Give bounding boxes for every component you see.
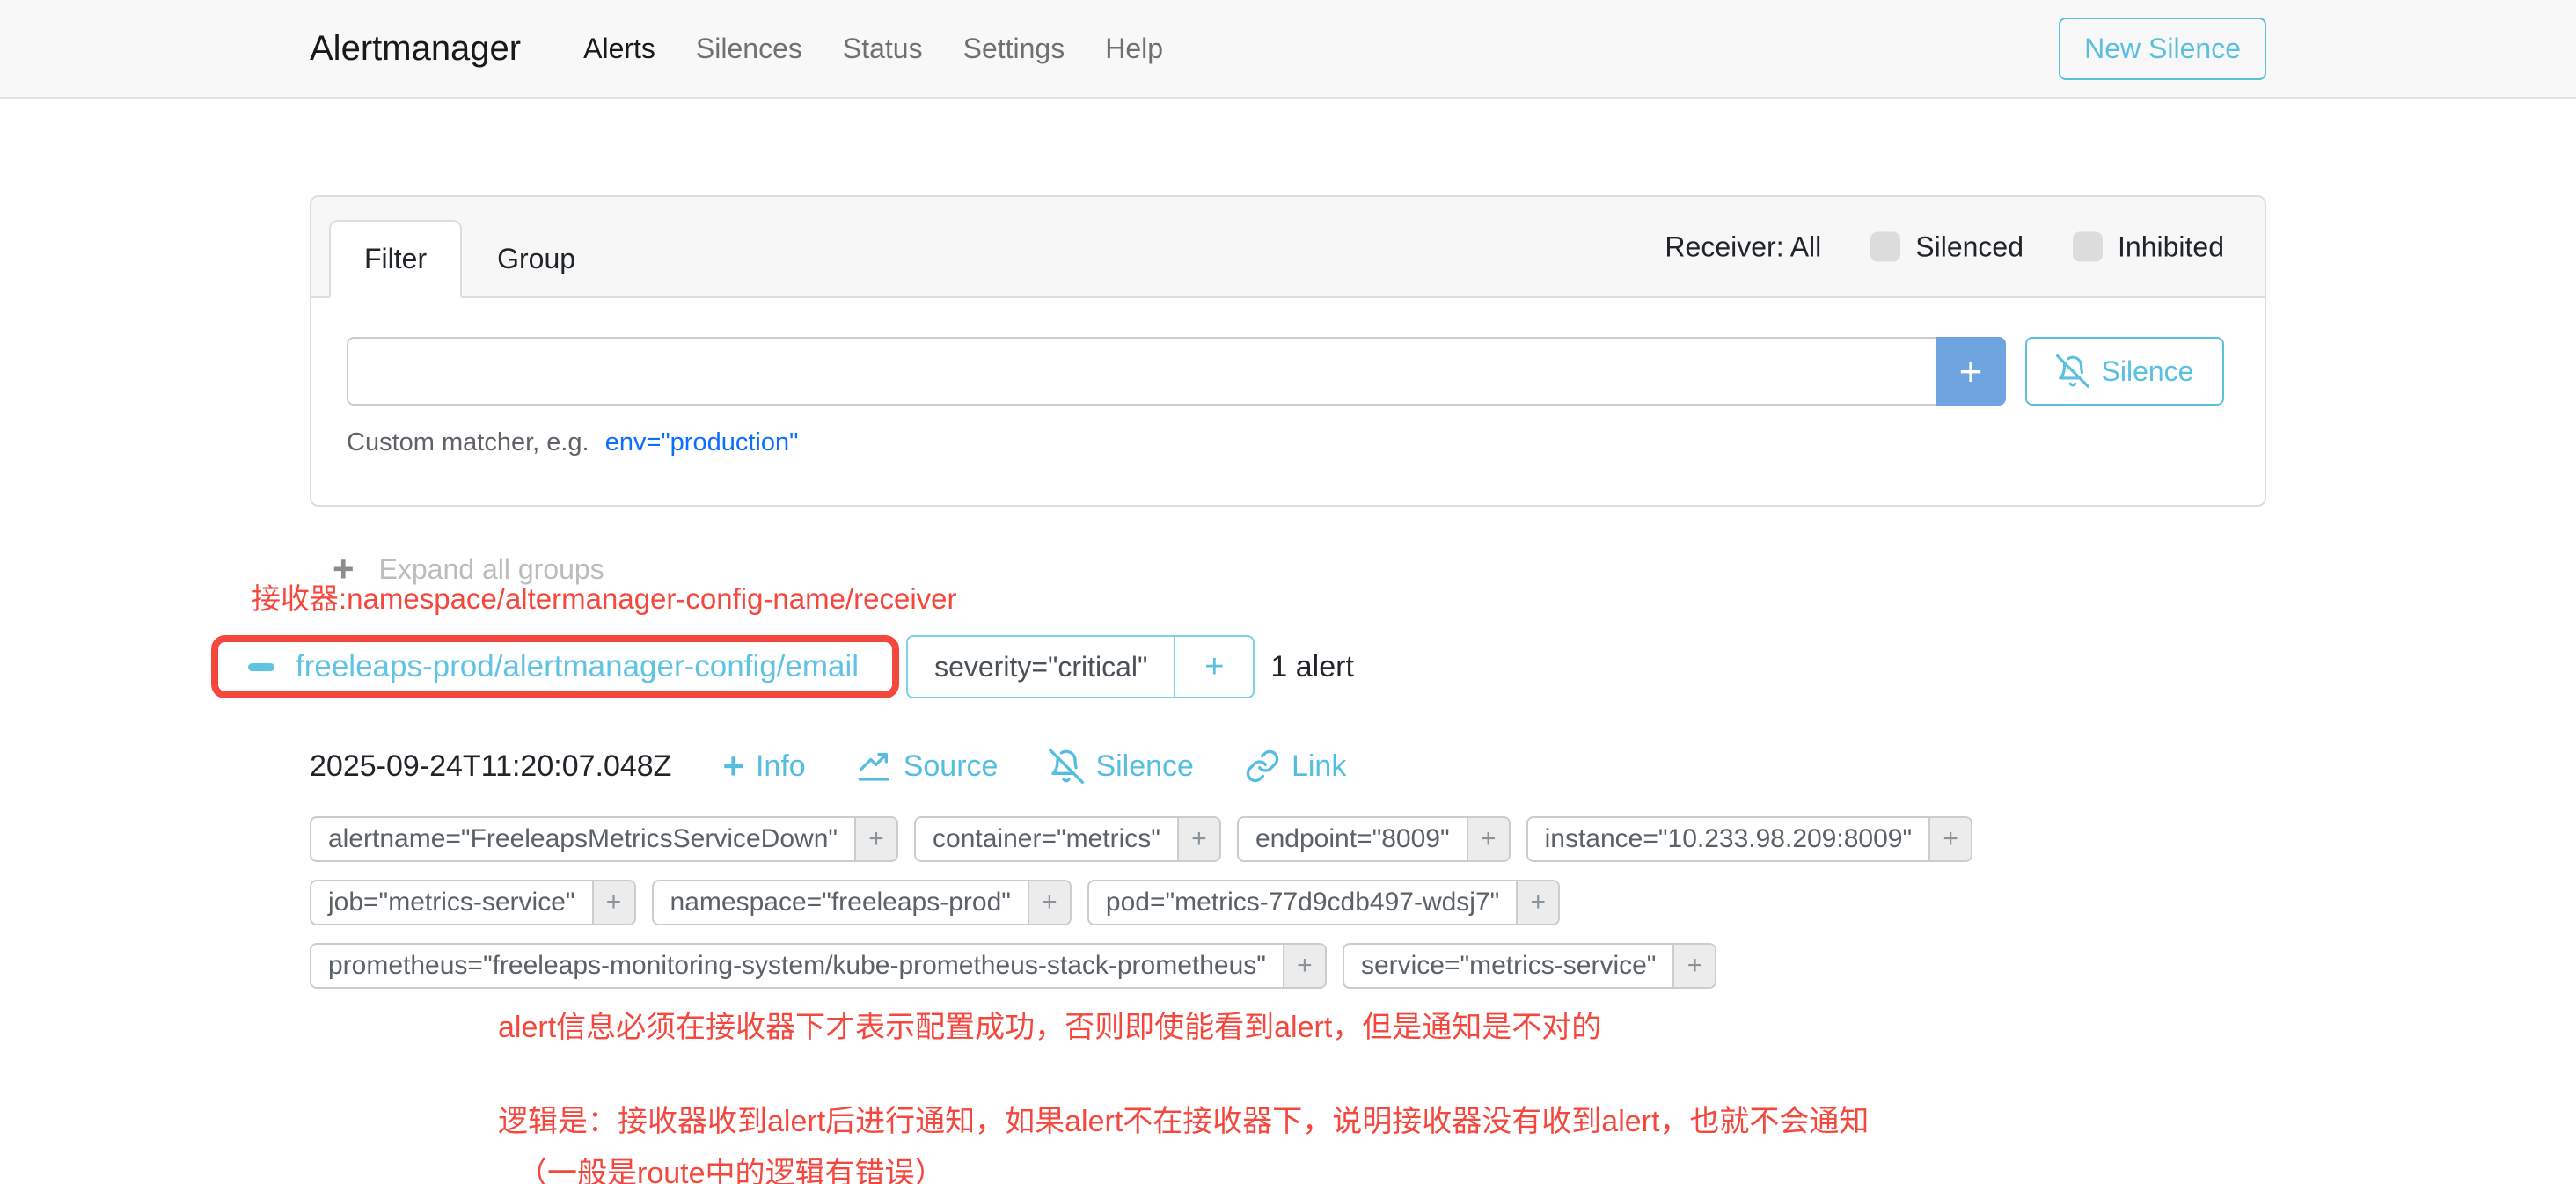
label-row: prometheus="freeleaps-monitoring-system/… [310,943,2266,989]
tab-filter[interactable]: Filter [329,220,462,298]
label-tag: pod="metrics-77d9cdb497-wdsj7" + [1087,880,1560,925]
label-tag-text: instance="10.233.98.209:8009" [1528,818,1928,860]
minus-icon [248,663,274,671]
alert-silence-label: Silence [1095,749,1194,784]
plus-icon: + [1481,824,1497,854]
matcher-input-group: + [347,337,2006,406]
alert-source-link[interactable]: Source [857,749,999,784]
bell-slash-icon [2056,354,2089,388]
label-tag: instance="10.233.98.209:8009" + [1526,816,1972,862]
alert-silence-button[interactable]: Silence [1049,749,1194,784]
hint-example-link[interactable]: env="production" [605,428,799,457]
nav-item-alerts[interactable]: Alerts [563,33,676,65]
tab-group[interactable]: Group [462,220,611,298]
custom-matcher-hint: Custom matcher, e.g. env="production" [347,428,2224,457]
group-matcher-chip: severity="critical" + [906,635,1255,698]
plus-icon: + [722,748,744,785]
plus-icon: + [868,824,884,854]
label-tag: job="metrics-service" + [310,880,636,925]
app-brand[interactable]: Alertmanager [310,29,521,69]
silence-button[interactable]: Silence [2025,337,2224,406]
plus-icon: + [1297,951,1313,981]
label-tag-add-button[interactable]: + [1467,818,1509,860]
label-tag-text: container="metrics" [916,818,1177,860]
filter-header-controls: Receiver: All Silenced Inhibited [1665,230,2224,263]
nav-item-status[interactable]: Status [823,33,943,65]
alert-count: 1 alert [1270,650,1354,684]
label-tag: endpoint="8009" + [1237,816,1511,862]
alert-link-button[interactable]: Link [1245,749,1346,784]
chart-icon [857,749,892,784]
nav-item-silences[interactable]: Silences [676,33,823,65]
label-tag: alertname="FreeleapsMetricsServiceDown" … [310,816,898,862]
silenced-checkbox-label[interactable]: Silenced [1915,230,2023,263]
label-tag: service="metrics-service" + [1343,943,1717,989]
label-tag: container="metrics" + [914,816,1221,862]
annotation-logic-note: 逻辑是：接收器收到alert后进行通知，如果alert不在接收器下，说明接收器没… [498,1097,2266,1140]
annotation-logic-note2: （一般是route中的逻辑有错误） [517,1149,2266,1184]
label-tag-add-button[interactable]: + [1028,881,1070,924]
receiver-group-row: freeleaps-prod/alertmanager-config/email… [310,635,2266,698]
link-icon [1245,749,1280,784]
annotation-alert-note: alert信息必须在接收器下才表示配置成功，否则即使能看到alert，但是通知是… [498,1003,2266,1046]
label-row: job="metrics-service" + namespace="freel… [310,880,2266,925]
label-tag-add-button[interactable]: + [592,881,634,924]
label-tag-text: alertname="FreeleapsMetricsServiceDown" [311,818,854,860]
label-tag-add-button[interactable]: + [854,818,896,860]
label-tag-text: service="metrics-service" [1344,945,1673,987]
label-row: alertname="FreeleapsMetricsServiceDown" … [310,816,2266,862]
alert-labels: alertname="FreeleapsMetricsServiceDown" … [310,816,2266,989]
silenced-checkbox[interactable] [1870,232,1900,262]
annotation-highlight-box: freeleaps-prod/alertmanager-config/email [211,635,899,698]
label-tag: prometheus="freeleaps-monitoring-system/… [310,943,1327,989]
main-nav: Alerts Silences Status Settings Help [563,33,1183,65]
receiver-group-name: freeleaps-prod/alertmanager-config/email [296,649,859,684]
filter-card-header: Filter Group Receiver: All Silenced Inhi… [311,197,2265,298]
alert-info-label: Info [756,749,806,784]
navbar: Alertmanager Alerts Silences Status Sett… [0,0,2576,99]
silence-button-label: Silence [2102,355,2194,388]
alert-info-button[interactable]: + Info [722,748,805,785]
group-matcher-add-button[interactable]: + [1174,637,1253,697]
label-tag-text: prometheus="freeleaps-monitoring-system/… [311,945,1283,987]
new-silence-button[interactable]: New Silence [2059,18,2266,80]
label-tag-text: pod="metrics-77d9cdb497-wdsj7" [1089,881,1516,924]
annotation-receiver-note: 接收器:namespace/altermanager-config-name/r… [252,575,2266,618]
inhibited-checkbox-label[interactable]: Inhibited [2118,230,2224,263]
filter-card: Filter Group Receiver: All Silenced Inhi… [310,195,2266,507]
label-tag-text: namespace="freeleaps-prod" [654,881,1028,924]
plus-icon: + [1687,951,1703,981]
inhibited-checkbox[interactable] [2073,232,2103,262]
plus-icon: + [606,888,622,917]
label-tag-add-button[interactable]: + [1177,818,1219,860]
hint-text: Custom matcher, e.g. [347,428,589,457]
matcher-input[interactable] [347,337,1936,406]
plus-icon: + [1943,824,1958,854]
alert-timestamp: 2025-09-24T11:20:07.048Z [310,749,671,784]
plus-icon: + [1191,824,1207,854]
group-matcher-label[interactable]: severity="critical" [908,637,1174,697]
plus-icon: + [1204,648,1224,686]
label-tag-add-button[interactable]: + [1516,881,1558,924]
add-matcher-button[interactable]: + [1936,337,2006,406]
plus-icon: + [1531,888,1547,917]
label-tag-text: job="metrics-service" [311,881,592,924]
receiver-group-toggle[interactable]: freeleaps-prod/alertmanager-config/email [248,649,859,684]
label-tag-add-button[interactable]: + [1672,945,1715,987]
plus-icon: + [1959,347,1983,395]
label-tag-add-button[interactable]: + [1928,818,1971,860]
label-tag: namespace="freeleaps-prod" + [652,880,1072,925]
label-tag-text: endpoint="8009" [1239,818,1467,860]
nav-item-settings[interactable]: Settings [943,33,1086,65]
alert-link-label: Link [1292,749,1346,784]
label-tag-add-button[interactable]: + [1283,945,1325,987]
bell-slash-icon [1049,749,1084,784]
receiver-filter-label: Receiver: All [1665,230,1821,263]
nav-item-help[interactable]: Help [1085,33,1183,65]
plus-icon: + [1042,888,1057,917]
filter-card-body: + Silence Custom matcher, e.g. env="prod… [311,298,2265,505]
alert-source-label: Source [904,749,999,784]
alert-meta-row: 2025-09-24T11:20:07.048Z + Info Source S… [310,748,2266,785]
